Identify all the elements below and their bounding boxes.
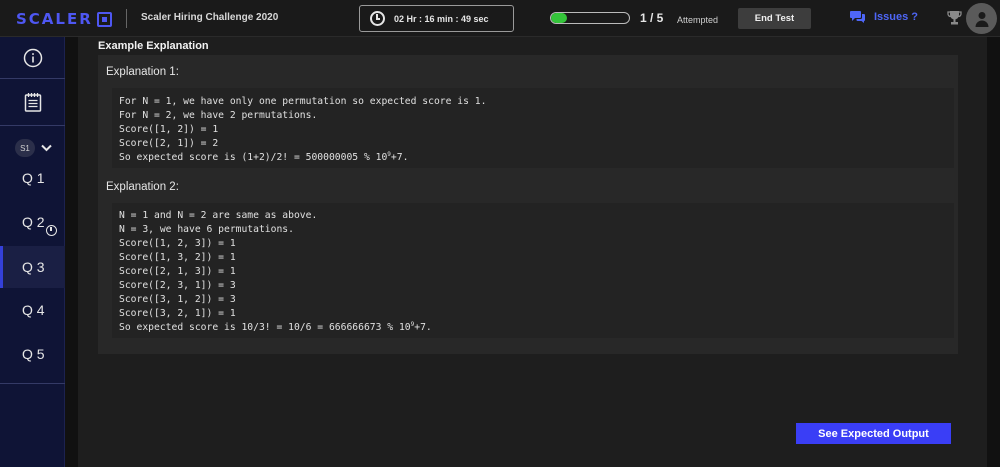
- question-item-5[interactable]: Q 5: [0, 333, 65, 375]
- end-test-button[interactable]: End Test: [738, 8, 811, 29]
- notes-button[interactable]: [0, 79, 65, 126]
- info-button[interactable]: [0, 37, 65, 79]
- code-line: N = 3, we have 6 permutations.: [119, 224, 294, 235]
- progress-fill: [551, 13, 567, 23]
- question-label: Q 1: [22, 170, 45, 186]
- question-sidebar: S1 Q 1 Q 2 Q 3 Q 4 Q 5: [0, 37, 65, 467]
- logo-mark-icon: [96, 11, 112, 27]
- explanation-1-code: For N = 1, we have only one permutation …: [112, 88, 954, 168]
- info-icon: [23, 48, 42, 67]
- code-line: Score([1, 2, 3]) = 1: [119, 238, 236, 249]
- trophy-icon[interactable]: [947, 10, 962, 26]
- clock-status-icon: [46, 225, 57, 236]
- question-item-2[interactable]: Q 2: [0, 201, 65, 243]
- top-header: SCALER Scaler Hiring Challenge 2020 02 H…: [0, 0, 1000, 37]
- chevron-down-icon: [41, 144, 52, 152]
- see-expected-output-button[interactable]: See Expected Output: [796, 423, 951, 444]
- question-item-1[interactable]: Q 1: [0, 157, 65, 199]
- code-line: Score([1, 3, 2]) = 1: [119, 252, 236, 263]
- code-line: For N = 1, we have only one permutation …: [119, 96, 487, 107]
- logo-text: SCALER: [16, 10, 93, 28]
- notepad-icon: [24, 93, 41, 112]
- question-item-3[interactable]: Q 3: [0, 246, 65, 288]
- attempted-count: 1 / 5: [640, 11, 664, 25]
- code-line: N = 1 and N = 2 are same as above.: [119, 210, 318, 221]
- question-label: Q 2: [22, 214, 45, 230]
- issues-label: Issues ?: [874, 10, 919, 23]
- question-label: Q 4: [22, 302, 45, 318]
- clock-icon: [370, 11, 385, 26]
- attempted-label: Attempted: [677, 15, 719, 25]
- explanation-1-label: Explanation 1:: [106, 66, 179, 78]
- code-line: Score([3, 1, 2]) = 3: [119, 294, 236, 305]
- section-badge: S1: [15, 139, 35, 157]
- section-selector[interactable]: S1: [15, 139, 52, 157]
- scaler-logo[interactable]: SCALER: [16, 9, 112, 29]
- question-label: Q 5: [22, 346, 45, 362]
- question-item-4[interactable]: Q 4: [0, 289, 65, 331]
- timer: 02 Hr : 16 min : 49 sec: [359, 5, 514, 32]
- code-line: Score([3, 2, 1]) = 1: [119, 308, 236, 319]
- user-avatar[interactable]: [966, 3, 997, 34]
- scrollbar-track[interactable]: [987, 37, 1000, 467]
- user-icon: [975, 11, 988, 27]
- example-explanation-heading: Example Explanation: [98, 40, 209, 52]
- timer-text: 02 Hr : 16 min : 49 sec: [394, 13, 489, 24]
- attempted-progress-bar: [550, 12, 630, 24]
- question-label: Q 3: [22, 259, 45, 275]
- code-line: Score([2, 1, 3]) = 1: [119, 266, 236, 277]
- chat-bubbles-icon: [850, 11, 865, 23]
- explanation-2-code: N = 1 and N = 2 are same as above. N = 3,…: [112, 203, 954, 338]
- sidebar-divider: [0, 383, 65, 384]
- code-line: So expected score is (1+2)/2! = 50000000…: [119, 151, 409, 164]
- challenge-title: Scaler Hiring Challenge 2020: [141, 12, 279, 23]
- code-line: Score([2, 1]) = 2: [119, 138, 219, 149]
- issues-link[interactable]: Issues ?: [850, 10, 918, 23]
- code-line: For N = 2, we have 2 permutations.: [119, 110, 318, 121]
- explanation-2-label: Explanation 2:: [106, 181, 179, 193]
- code-line: Score([1, 2]) = 1: [119, 124, 219, 135]
- header-divider: [126, 9, 127, 28]
- code-line: So expected score is 10/3! = 10/6 = 6666…: [119, 321, 432, 334]
- code-line: Score([2, 3, 1]) = 3: [119, 280, 236, 291]
